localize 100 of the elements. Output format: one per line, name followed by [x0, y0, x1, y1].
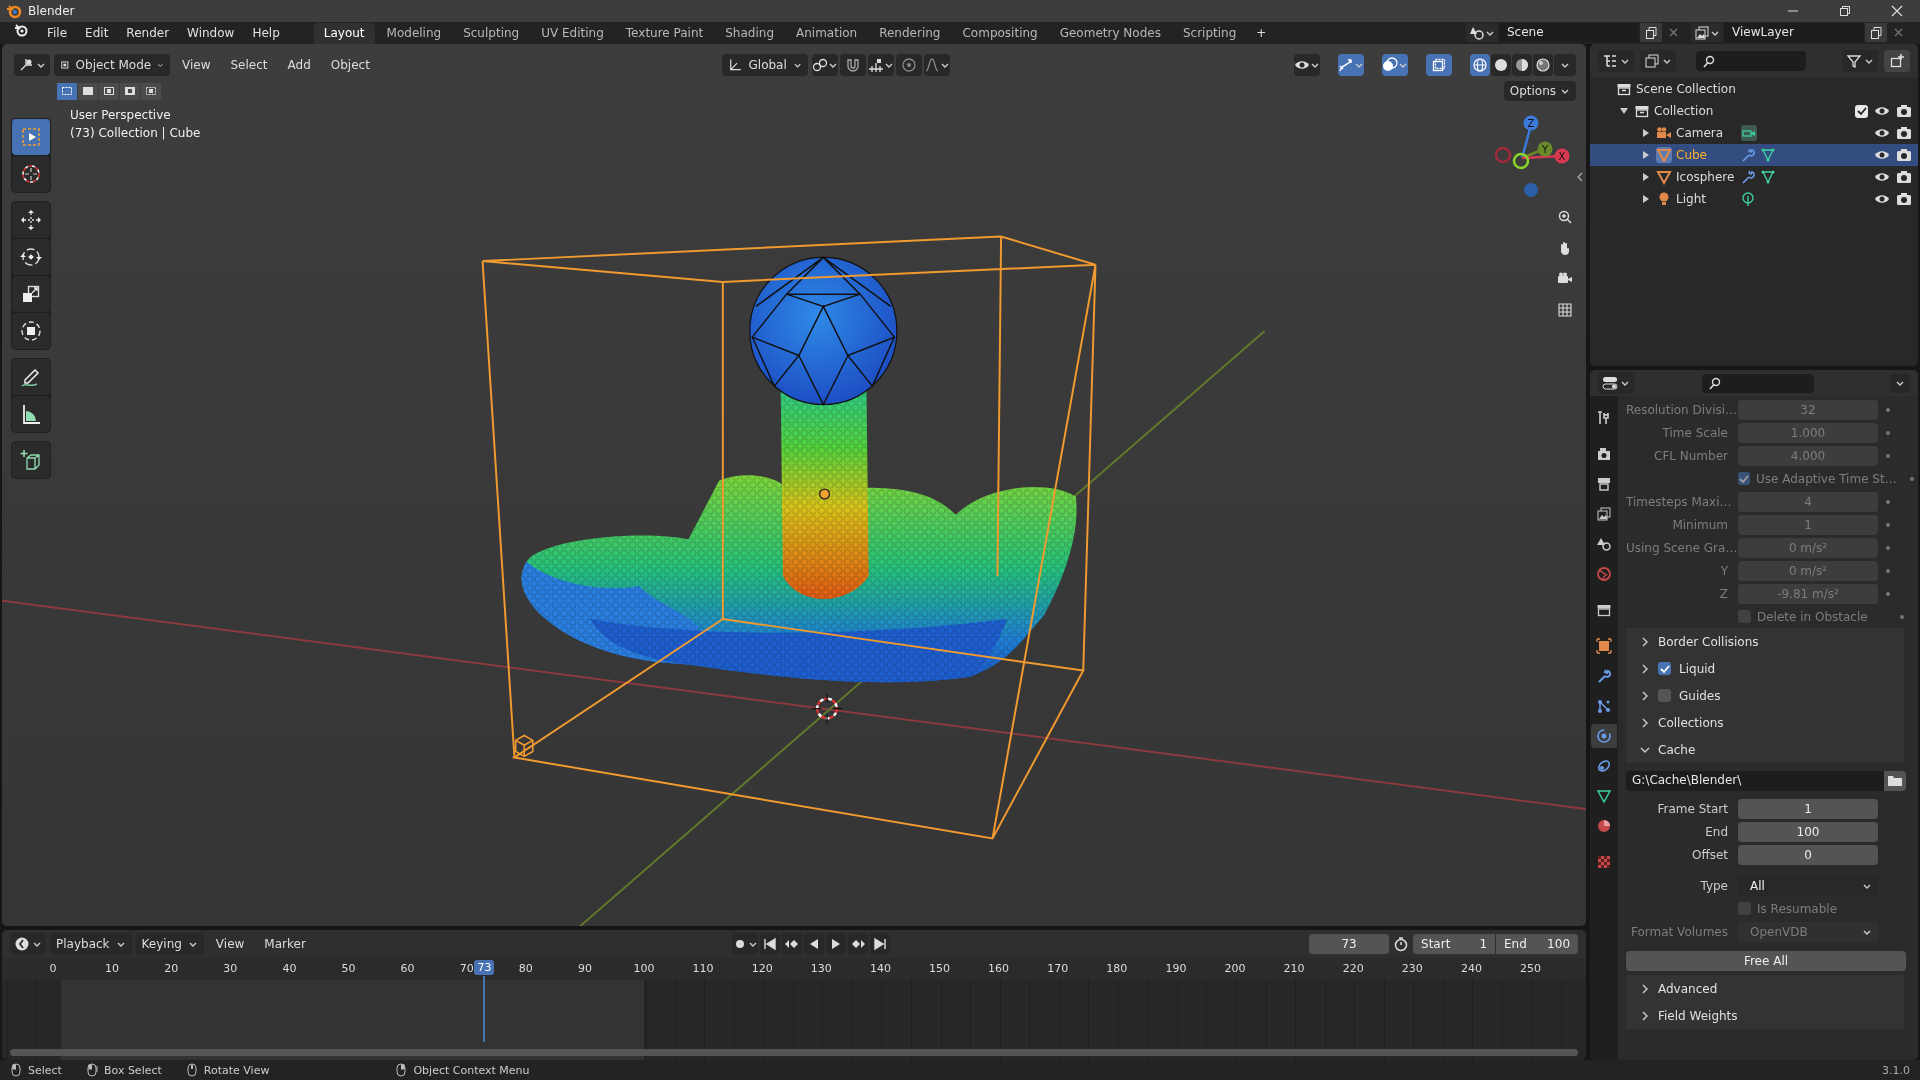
panel-header[interactable]: Field Weights	[1626, 1002, 1904, 1029]
workspace-tab[interactable]: Geometry Nodes	[1049, 23, 1171, 44]
workspace-tab[interactable]: Rendering	[869, 23, 951, 44]
workspace-tab[interactable]: Scripting	[1172, 23, 1247, 44]
number-field[interactable]: 1	[1738, 798, 1878, 819]
frame-number: 170	[1047, 962, 1069, 975]
tree-item[interactable]: Scene Collection	[1636, 82, 1736, 96]
menu-item[interactable]: View	[207, 934, 253, 954]
orientation-dropdown[interactable]: Global	[721, 53, 808, 76]
menu-item[interactable]: File	[39, 23, 76, 44]
tree-row[interactable]: Light	[1590, 188, 1918, 210]
workspace-tab[interactable]: Shading	[715, 23, 784, 44]
panel-title[interactable]: Collections	[1658, 715, 1724, 730]
frame-number: 230	[1401, 962, 1423, 975]
workspace-tab[interactable]: Animation	[786, 23, 868, 44]
menu-item[interactable]: Select	[222, 54, 276, 75]
menu-item[interactable]: Edit	[77, 23, 117, 44]
menu-item[interactable]: Render	[118, 23, 178, 44]
workspace-tab[interactable]: UV Editing	[531, 23, 614, 44]
status-hint: Rotate View	[203, 1063, 270, 1077]
frame-number: 150	[929, 962, 950, 975]
tree-row[interactable]: Icosphere	[1590, 166, 1918, 188]
current-frame-field[interactable]: 73	[1309, 934, 1389, 954]
playhead-handle[interactable]: 73	[474, 960, 495, 975]
panel-title[interactable]: Field Weights	[1658, 1008, 1738, 1023]
path-field[interactable]: G:\Cache\Blender\	[1626, 771, 1884, 791]
scene-field[interactable]: Scene	[1499, 23, 1639, 42]
view-layer-field[interactable]: ViewLayer	[1724, 23, 1864, 42]
frame-number: 130	[810, 962, 832, 975]
panel-header[interactable]: Advanced	[1626, 975, 1904, 1002]
status-hint: Box Select	[103, 1063, 162, 1077]
frame-number: 160	[988, 962, 1010, 975]
options-dropdown[interactable]: Options	[1503, 81, 1576, 101]
workspace-tab[interactable]: Modeling	[376, 23, 452, 44]
field-label: Format Volumes	[1630, 924, 1729, 939]
workspace-tab[interactable]: Layout	[313, 23, 375, 44]
panel-header[interactable]: Guides	[1626, 682, 1904, 709]
frame-number: 120	[751, 962, 773, 975]
workspace-tab[interactable]: Texture Paint	[615, 23, 714, 44]
end-frame-field[interactable]: End 100	[1496, 934, 1578, 954]
tree-row[interactable]: Camera	[1590, 122, 1918, 144]
panel-header[interactable]: Border Collisions	[1626, 628, 1904, 655]
frame-number: 140	[869, 962, 891, 975]
field-label: Frame Start	[1656, 801, 1729, 816]
menu-item[interactable]: Window	[179, 23, 243, 44]
start-frame-field[interactable]: Start 1	[1413, 934, 1495, 954]
frame-number: 40	[282, 962, 297, 975]
frame-number: 30	[223, 962, 238, 975]
frame-number: 100	[633, 962, 655, 975]
panel-header[interactable]: Liquid	[1626, 655, 1904, 682]
workspace-tab[interactable]: Sculpting	[453, 23, 530, 44]
field-label: Minimum	[1671, 517, 1729, 532]
tree-row[interactable]: Cube	[1590, 144, 1918, 166]
panel-title[interactable]: Guides	[1679, 688, 1721, 703]
field-label: Y	[1719, 563, 1729, 578]
viewport-info-text: (73) Collection | Cube	[70, 126, 201, 140]
add-workspace-button[interactable]: +	[1248, 23, 1275, 44]
workspace-tab[interactable]: Compositing	[952, 23, 1048, 44]
status-hint: Select	[28, 1063, 62, 1077]
tree-row[interactable]: Collection	[1590, 100, 1918, 122]
menu-item[interactable]: Marker	[256, 934, 314, 954]
frame-number: 10	[105, 962, 120, 975]
navigation-gizmo[interactable]: Z Y X	[1488, 108, 1578, 200]
panel-title[interactable]: Liquid	[1679, 661, 1716, 676]
window-title: Blender	[28, 4, 76, 18]
checkbox-label: Delete in Obstacle	[1757, 609, 1868, 624]
frame-number: 190	[1165, 962, 1187, 975]
field-label: CFL Number	[1653, 448, 1729, 463]
free-all-button[interactable]: Free All	[1626, 951, 1906, 971]
number-field[interactable]: 0	[1738, 844, 1878, 865]
tree-item-label: Icosphere	[1676, 170, 1736, 184]
menu-item[interactable]: Help	[244, 23, 288, 44]
frame-number: 80	[518, 962, 533, 975]
panel-title[interactable]: Border Collisions	[1658, 634, 1759, 649]
frame-number: 220	[1342, 962, 1364, 975]
status-hint: Object Context Menu	[413, 1063, 530, 1077]
frame-number: 250	[1520, 962, 1541, 975]
panel-header[interactable]: Cache	[1626, 736, 1904, 763]
frame-number: 200	[1224, 962, 1246, 975]
field-label: End	[1704, 824, 1729, 839]
menu-dropdown[interactable]: Keying	[135, 933, 204, 955]
viewport-info-text: User Perspective	[70, 108, 171, 122]
menu-item[interactable]: Add	[279, 54, 319, 75]
frame-number: 210	[1283, 962, 1305, 975]
panel-header[interactable]: Collections	[1626, 709, 1904, 736]
panel-title[interactable]: Advanced	[1658, 981, 1718, 996]
frame-number: 180	[1106, 962, 1128, 975]
mode-dropdown[interactable]: Object Mode	[54, 53, 170, 76]
menu-item[interactable]: View	[174, 54, 219, 75]
checkbox-label: Is Resumable	[1757, 901, 1838, 916]
menu-dropdown[interactable]: Playback	[50, 933, 132, 955]
field-label: Timesteps Maxi…	[1626, 494, 1733, 509]
menu-item[interactable]: Object	[322, 54, 378, 75]
frame-number: 240	[1460, 962, 1482, 975]
field-label: Type	[1699, 878, 1729, 893]
dropdown[interactable]: All	[1738, 875, 1878, 896]
version-label: 3.1.0	[1882, 1063, 1910, 1077]
field-label: Resolution Divisi…	[1626, 402, 1738, 417]
number-field[interactable]: 100	[1738, 821, 1878, 842]
panel-title[interactable]: Cache	[1658, 742, 1696, 757]
